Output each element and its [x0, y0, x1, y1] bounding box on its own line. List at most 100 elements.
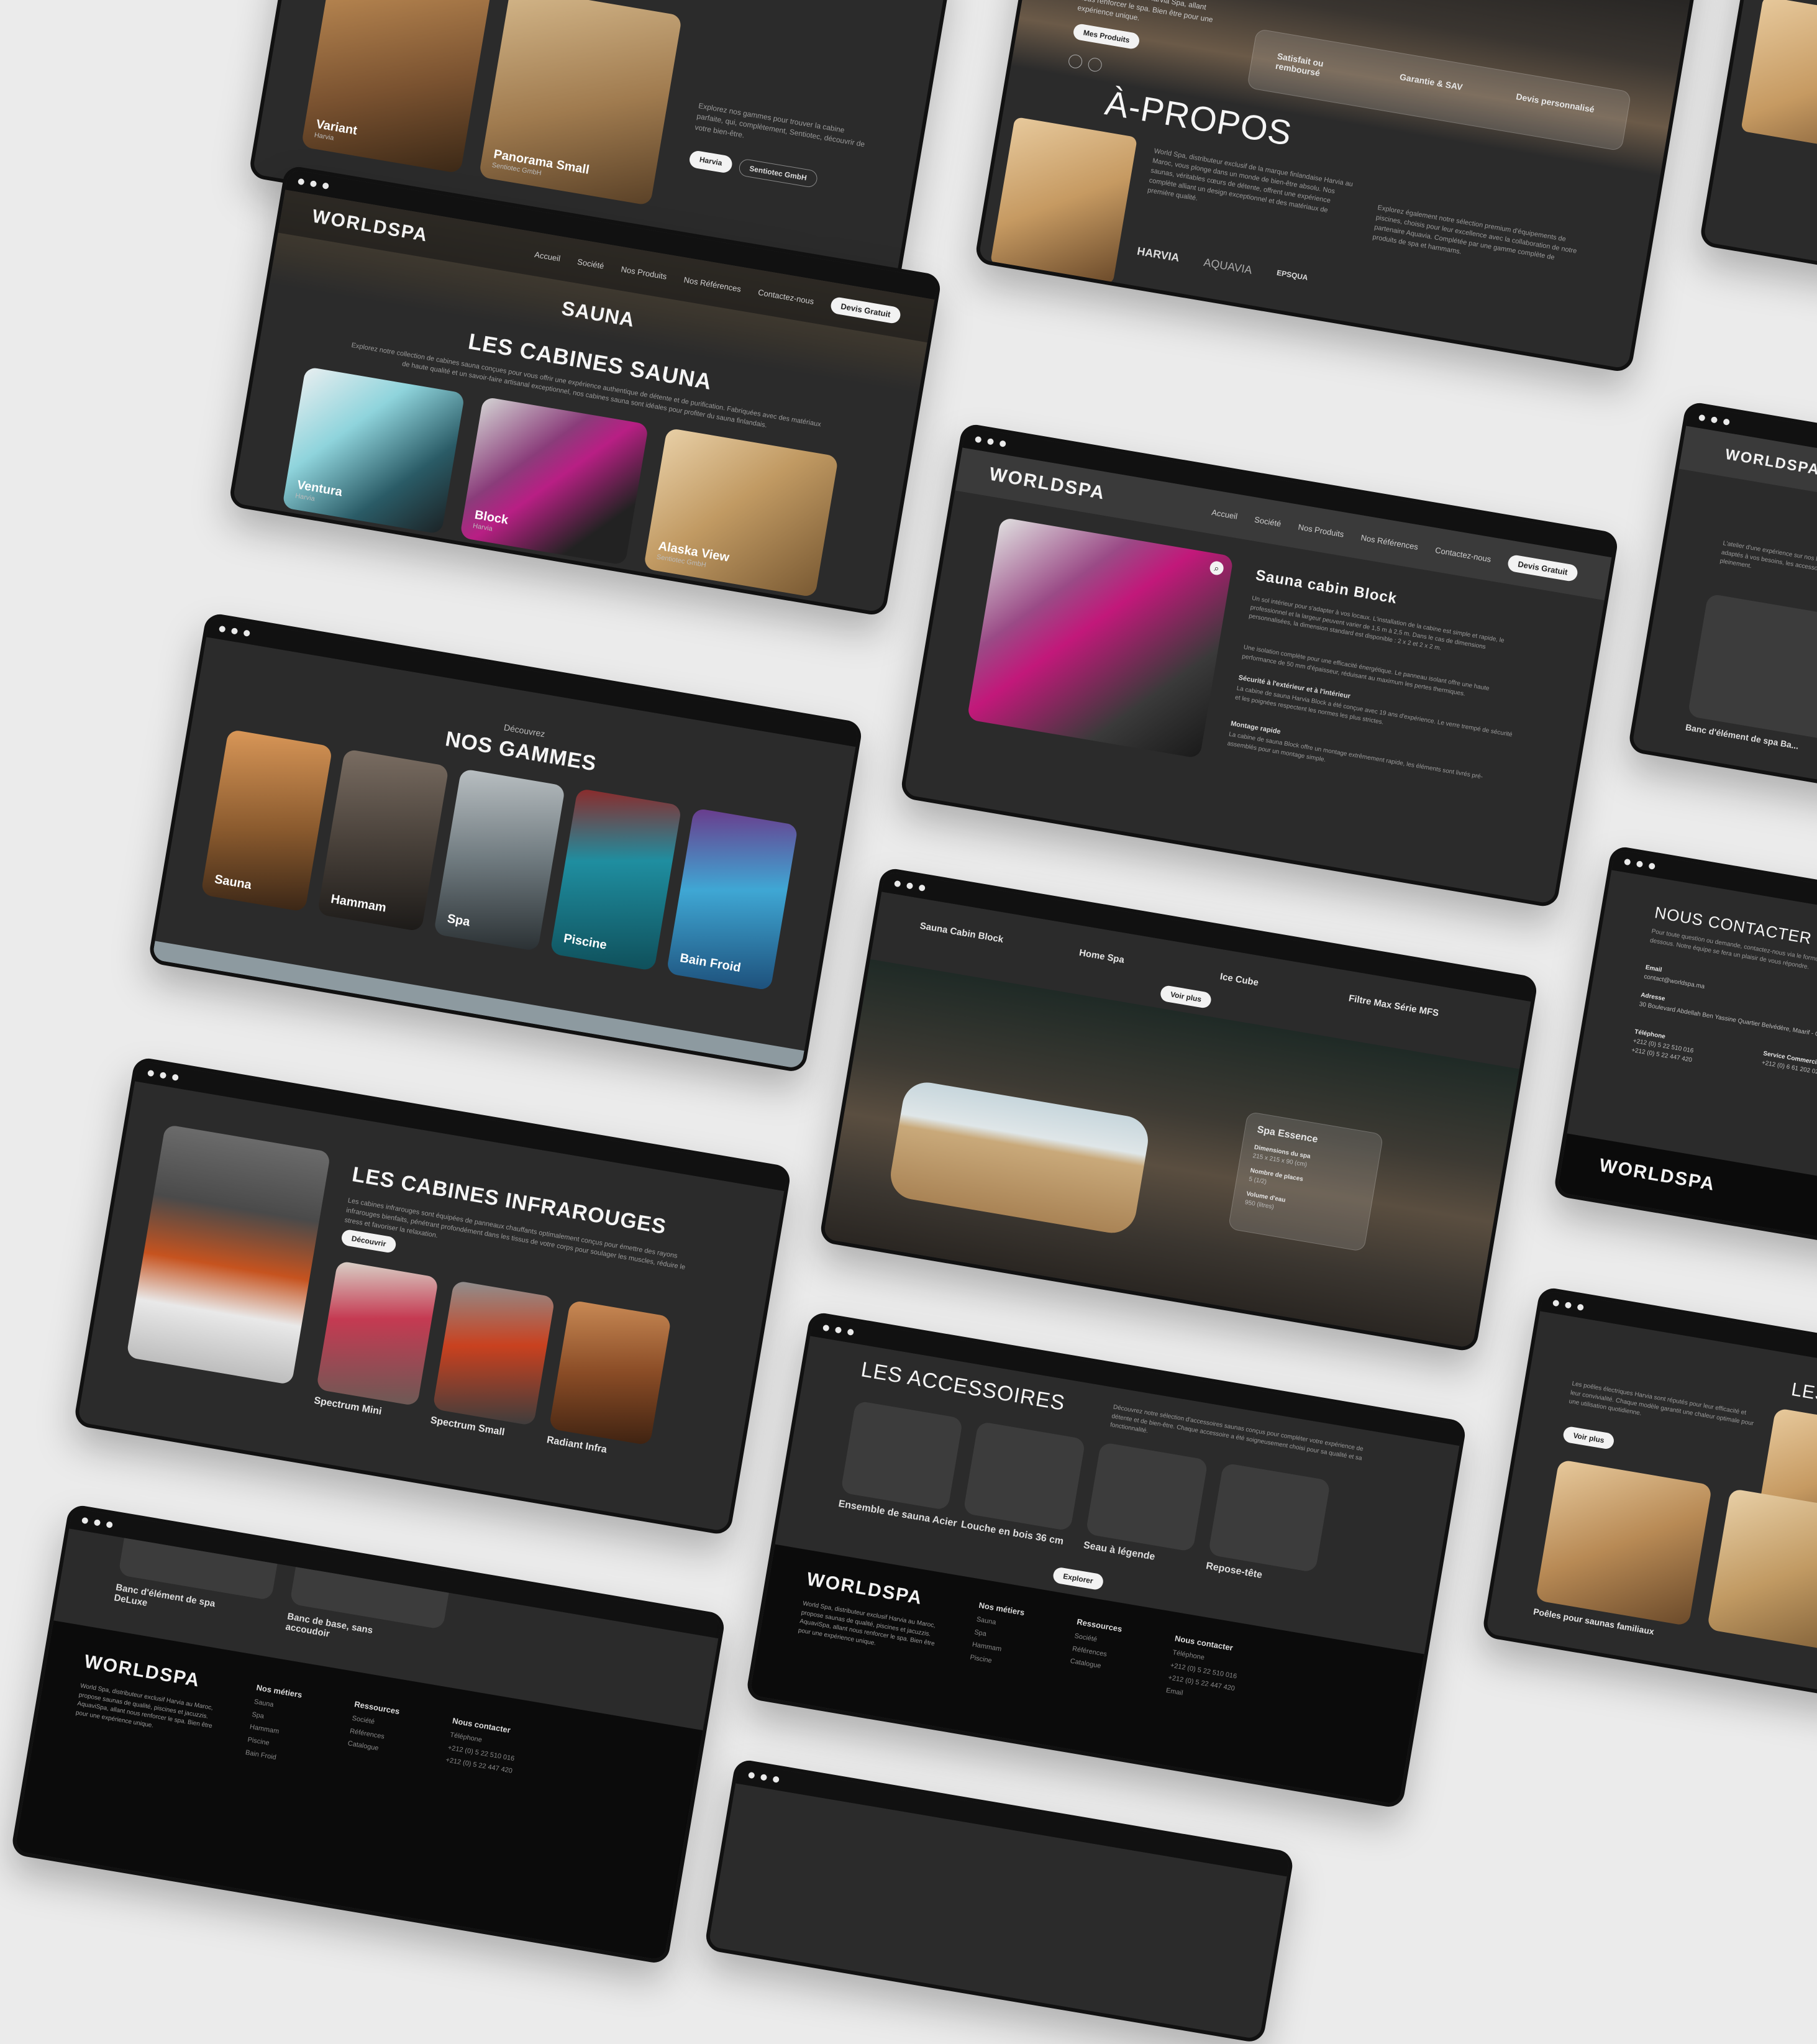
section-text: Les poêles électriques Harvia sont réput… [1568, 1380, 1754, 1427]
product-card-ventura[interactable]: Ventura Harvia [281, 366, 465, 535]
accessory-card[interactable] [840, 1400, 963, 1511]
epsqua-logo: EPSQUA [1276, 268, 1309, 283]
nav-produits[interactable]: Nos Produits [1298, 522, 1345, 539]
nav-references[interactable]: Nos Références [1360, 532, 1419, 551]
product-card-alaska-view[interactable]: Alaska View Sentiotec GmbH [643, 427, 839, 598]
nav-accueil[interactable]: Accueil [1211, 507, 1238, 521]
window-content: WORLDSPA L'atelier d'une expérience sur … [1631, 426, 1817, 811]
gamme-label: Spa [446, 911, 471, 929]
worldspa-logo[interactable]: WORLDSPA [311, 206, 430, 247]
nav-contact[interactable]: Contactez-nous [1434, 545, 1491, 563]
footer-col-ressources: Ressources Société Références Catalogue [1069, 1615, 1123, 1676]
card-label: Radiant Infra [545, 1435, 608, 1456]
about-text-2: Explorez également notre sélection premi… [1372, 204, 1578, 262]
window-content: Maroc, propose saunas de qualité, piscin… [978, 0, 1696, 370]
worldspa-logo[interactable]: WORLDSPA [988, 464, 1107, 504]
product-image [1706, 1488, 1817, 1656]
mockup-collage: Variant Harvia Panorama Small Sentiotec Gm… [0, 0, 1817, 2044]
window-right-bench: WORLDSPA L'atelier d'une expérience sur … [1627, 401, 1817, 815]
footer-col-ressources: Ressources Société Références Catalogue [347, 1697, 401, 1758]
footer-logo[interactable]: WORLDSPA [1598, 1155, 1717, 1195]
window-content: LES Les poêles électriques Harvia sont r… [1485, 1311, 1817, 1696]
section-text: Explorez nos gammes pour trouver la cabi… [694, 101, 866, 149]
infra-card-radiant-infra[interactable] [549, 1300, 672, 1446]
field-label: Email [1644, 964, 1663, 974]
badges-panel [1246, 28, 1632, 152]
instagram-icon[interactable] [1087, 57, 1103, 73]
window-content [1703, 0, 1817, 304]
worldspa-logo[interactable]: WORLDSPA [1724, 446, 1817, 479]
footer-col-contact: Nous contacter Téléphone +212 (0) 5 22 5… [1165, 1631, 1242, 1709]
footer-col-metiers: Nos métiers Sauna Spa Hammam Piscine [969, 1598, 1026, 1672]
nav-societe[interactable]: Société [1254, 514, 1282, 528]
window-content: NOUS CONTACTER Pour toute question ou de… [1557, 870, 1817, 1255]
nav-references[interactable]: Nos Références [683, 275, 742, 293]
window-poeles: LES Les poêles électriques Harvia sont r… [1481, 1286, 1817, 1700]
footer-col-metiers: Nos métiers Sauna Spa Hammam Piscine Bai… [244, 1680, 303, 1767]
infra-card-spectrum-small[interactable] [432, 1280, 555, 1426]
aquavia-logo: AQUAVIA [1203, 255, 1254, 276]
window-nos-gammes: Découvrez NOS GAMMES Sauna Hammam Spa Pi… [147, 612, 863, 1074]
accessory-card[interactable] [1208, 1462, 1331, 1573]
mes-produits-button[interactable]: Mes Produits [1072, 22, 1141, 50]
accessory-card[interactable] [1085, 1441, 1208, 1552]
window-content: Découvrez NOS GAMMES Sauna Hammam Spa Pi… [152, 637, 856, 1069]
gamme-label: Hammam [329, 892, 388, 915]
field-label: Adresse [1640, 992, 1666, 1003]
contact-email[interactable]: contact@worldspa.ma [1643, 974, 1705, 990]
devis-button[interactable]: Devis Gratuit [1506, 554, 1579, 582]
product-name[interactable]: Filtre Max Série MFS [1348, 993, 1439, 1018]
product-name[interactable]: Sauna Cabin Block [919, 921, 1004, 945]
infra-card-spectrum-mini[interactable] [316, 1260, 439, 1407]
product-name[interactable]: Ice Cube [1219, 971, 1259, 988]
about-text-1: World Spa, distributeur exclusif de la m… [1147, 147, 1354, 214]
window-content: Sauna Cabin Block Home Spa Ice Cube Filt… [822, 892, 1531, 1349]
nav-accueil[interactable]: Accueil [534, 249, 561, 263]
window-bottom-partial [703, 1758, 1295, 2044]
voir-plus-button[interactable]: Voir plus [1562, 1425, 1616, 1451]
sentiotec-button[interactable]: Sentiotec GmbH [737, 158, 819, 189]
window-content: Banc d'élément de spa DeLuxe Banc de bas… [14, 1528, 719, 1961]
harvia-logo: HARVIA [1136, 244, 1181, 265]
window-content: WORLDSPA Accueil Société Nos Produits No… [903, 447, 1612, 905]
window-accessoires: LES ACCESSOIRES Découvrez notre sélectio… [745, 1311, 1467, 1809]
site-footer: WORLDSPA World Spa, distributeur exclusi… [14, 1620, 703, 1961]
window-spa-essence: Sauna Cabin Block Home Spa Ice Cube Filt… [818, 867, 1539, 1353]
product-image [967, 517, 1234, 759]
accessory-card[interactable] [963, 1421, 1086, 1531]
hero-image [126, 1124, 331, 1385]
product-card-block[interactable]: Block Harvia [459, 396, 649, 566]
section-title: LES [1790, 1379, 1817, 1406]
voir-plus-button[interactable]: Voir plus [1159, 984, 1213, 1010]
section-text: L'atelier d'une expérience sur nos bancs… [1719, 540, 1817, 585]
gamme-card-sauna[interactable]: Sauna [201, 729, 333, 913]
devis-button[interactable]: Devis Gratuit [829, 296, 902, 324]
gamme-card-spa[interactable]: Spa [433, 768, 566, 952]
window-contact: NOUS CONTACTER Pour toute question ou de… [1552, 845, 1817, 1259]
window-a-propos: Maroc, propose saunas de qualité, piscin… [973, 0, 1703, 373]
about-image [990, 116, 1138, 285]
explorer-button[interactable]: Explorer [1052, 1566, 1104, 1591]
site-footer: WORLDSPA [1557, 1133, 1817, 1255]
footer-about: World Spa, distributeur exclusif Harvia … [75, 1682, 214, 1730]
nav-societe[interactable]: Société [576, 257, 604, 270]
product-card-variant[interactable]: Variant Harvia [301, 0, 493, 174]
product-card-panorama-small[interactable]: Panorama Small Sentiotec GmbH [478, 0, 683, 206]
product-name[interactable]: Home Spa [1078, 947, 1125, 965]
window-infrarouges: LES CABINES INFRAROUGES Les cabines infr… [73, 1056, 792, 1536]
product-card[interactable] [1687, 593, 1817, 742]
gamme-label: Piscine [562, 931, 608, 952]
gamme-card-hammam[interactable]: Hammam [317, 749, 450, 932]
footer-about: World Spa, distributeur exclusif Harvia … [798, 1600, 936, 1648]
gamme-card-piscine[interactable]: Piscine [550, 788, 682, 972]
nav-produits[interactable]: Nos Produits [621, 264, 668, 281]
window-product-block: WORLDSPA Accueil Société Nos Produits No… [899, 422, 1619, 909]
gamme-card-bain-froid[interactable]: Bain Froid [666, 808, 799, 991]
product-card[interactable] [1535, 1459, 1713, 1627]
window-right-top [1698, 0, 1817, 309]
harvia-button[interactable]: Harvia [688, 149, 734, 174]
facebook-icon[interactable] [1067, 53, 1083, 70]
window-footer-left: Banc d'élément de spa DeLuxe Banc de bas… [10, 1503, 726, 1965]
gamme-label: Sauna [213, 872, 253, 892]
nav-contact[interactable]: Contactez-nous [757, 287, 814, 306]
